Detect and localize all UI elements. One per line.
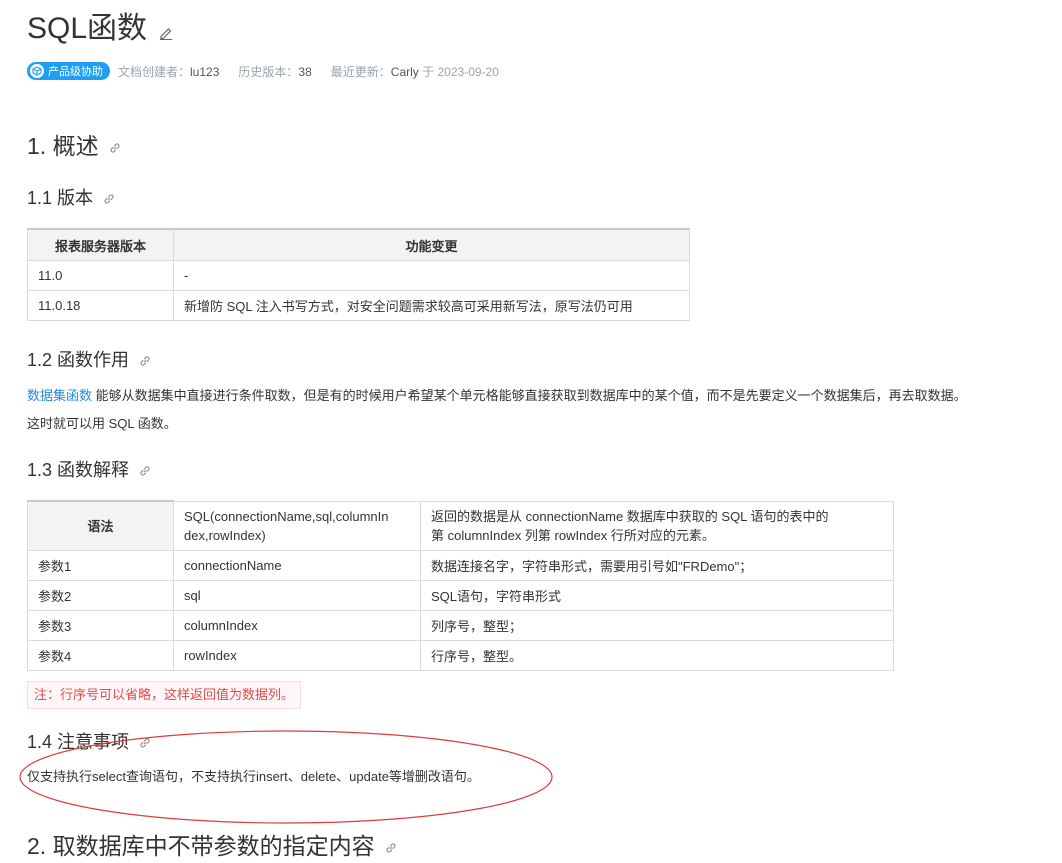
syntax-description: 返回的数据是从 connectionName 数据库中获取的 SQL 语句的表中… bbox=[420, 500, 894, 551]
updated-prefix: 于 bbox=[422, 64, 435, 79]
anchor-link-icon[interactable] bbox=[109, 142, 121, 154]
table-cell: - bbox=[173, 260, 690, 291]
param-description: 数据连接名字，字符串形式，需要用引号如"FRDemo"； bbox=[420, 550, 894, 581]
heading-version-text: 1.1 版本 bbox=[27, 188, 94, 208]
param-value: connectionName bbox=[173, 550, 421, 581]
heading-purpose: 1.2 函数作用 bbox=[27, 348, 151, 372]
cube-icon bbox=[30, 64, 44, 78]
anchor-link-icon[interactable] bbox=[139, 465, 151, 477]
updated-by: Carly bbox=[390, 64, 419, 79]
support-badge[interactable]: 产品级协助 bbox=[27, 62, 110, 80]
heading-overview-text: 1. 概述 bbox=[27, 133, 99, 159]
syntax-signature: SQL(connectionName,sql,columnIn dex,rowIn… bbox=[173, 500, 421, 551]
table-header: 报表服务器版本 bbox=[27, 228, 174, 261]
purpose-paragraph-line1: 数据集函数 能够从数据集中直接进行条件取数，但是有的时候用户希望某个单元格能够直… bbox=[27, 381, 967, 410]
versions-count: 38 bbox=[298, 64, 312, 79]
syntax-signature-line: SQL(connectionName,sql,columnIn bbox=[184, 508, 389, 524]
heading-explanation-text: 1.3 函数解释 bbox=[27, 460, 130, 480]
param-name: 参数4 bbox=[27, 640, 174, 671]
purpose-paragraph-line2: 这时就可以用 SQL 函数。 bbox=[27, 416, 177, 431]
syntax-description-line: 返回的数据是从 connectionName 数据库中获取的 SQL 语句的表中… bbox=[431, 508, 829, 524]
param-value: sql bbox=[173, 580, 421, 611]
table-cell: 11.0 bbox=[27, 260, 174, 291]
doc-updated: 最近更新：Carly 于 2023-09-20 bbox=[331, 63, 499, 80]
table-header-row: 报表服务器版本 功能变更 bbox=[27, 228, 690, 261]
updated-date: 2023-09-20 bbox=[437, 64, 499, 79]
creator-label: 文档创建者： bbox=[118, 64, 191, 79]
param-description: SQL语句，字符串形式 bbox=[420, 580, 894, 611]
heading-section-2-text: 2. 取数据库中不带参数的指定内容 bbox=[27, 833, 375, 859]
syntax-label: 语法 bbox=[27, 500, 174, 551]
version-table: 报表服务器版本 功能变更 11.0 - 11.0.18 新增防 SQL 注入书写… bbox=[27, 228, 690, 321]
table-header: 功能变更 bbox=[173, 228, 690, 261]
syntax-row: 语法 SQL(connectionName,sql,columnIn dex,ro… bbox=[27, 500, 894, 551]
doc-versions[interactable]: 历史版本：38 bbox=[238, 63, 311, 80]
syntax-signature-line: dex,rowIndex) bbox=[184, 527, 266, 543]
function-table: 语法 SQL(connectionName,sql,columnIn dex,ro… bbox=[27, 500, 894, 671]
updated-label: 最近更新： bbox=[330, 64, 391, 79]
anchor-link-icon[interactable] bbox=[385, 842, 397, 854]
table-cell: 11.0.18 bbox=[27, 290, 174, 321]
table-row: 参数3 columnIndex 列序号，整型； bbox=[27, 610, 894, 641]
purpose-text: 能够从数据集中直接进行条件取数，但是有的时候用户希望某个单元格能够直接获取到数据… bbox=[92, 388, 967, 403]
doc-creator: 文档创建者：lu123 bbox=[118, 63, 219, 80]
param-name: 参数2 bbox=[27, 580, 174, 611]
heading-purpose-text: 1.2 函数作用 bbox=[27, 350, 130, 370]
param-value: rowIndex bbox=[173, 640, 421, 671]
heading-version: 1.1 版本 bbox=[27, 186, 115, 210]
param-name: 参数3 bbox=[27, 610, 174, 641]
page-title: SQL函数 bbox=[27, 12, 148, 45]
table-row: 参数4 rowIndex 行序号，整型。 bbox=[27, 640, 894, 671]
heading-overview: 1. 概述 bbox=[27, 131, 121, 161]
param-name: 参数1 bbox=[27, 550, 174, 581]
table-row: 11.0 - bbox=[27, 260, 690, 291]
syntax-description-line: 第 columnIndex 列第 rowIndex 行所对应的元素。 bbox=[431, 527, 715, 543]
versions-label: 历史版本： bbox=[238, 64, 299, 79]
heading-explanation: 1.3 函数解释 bbox=[27, 458, 151, 482]
support-badge-label: 产品级协助 bbox=[48, 66, 103, 78]
table-row: 参数2 sql SQL语句，字符串形式 bbox=[27, 580, 894, 611]
anchor-link-icon[interactable] bbox=[139, 355, 151, 367]
highlight-ellipse bbox=[19, 730, 553, 824]
edit-icon[interactable] bbox=[159, 26, 173, 43]
note-callout: 注：行序号可以省略，这样返回值为数据列。 bbox=[27, 681, 302, 709]
table-cell: 新增防 SQL 注入书写方式，对安全问题需求较高可采用新写法，原写法仍可用 bbox=[173, 290, 690, 321]
anchor-link-icon[interactable] bbox=[103, 193, 115, 205]
creator-name: lu123 bbox=[190, 64, 220, 79]
param-value: columnIndex bbox=[173, 610, 421, 641]
table-row: 参数1 connectionName 数据连接名字，字符串形式，需要用引号如"F… bbox=[27, 550, 894, 581]
param-description: 列序号，整型； bbox=[420, 610, 894, 641]
dataset-function-link[interactable]: 数据集函数 bbox=[27, 388, 92, 403]
doc-meta: 产品级协助 文档创建者：lu123 历史版本：38 最近更新：Carly 于 2… bbox=[27, 61, 518, 81]
table-row: 11.0.18 新增防 SQL 注入书写方式，对安全问题需求较高可采用新写法，原… bbox=[27, 290, 690, 321]
param-description: 行序号，整型。 bbox=[420, 640, 894, 671]
heading-section-2: 2. 取数据库中不带参数的指定内容 bbox=[27, 831, 397, 861]
